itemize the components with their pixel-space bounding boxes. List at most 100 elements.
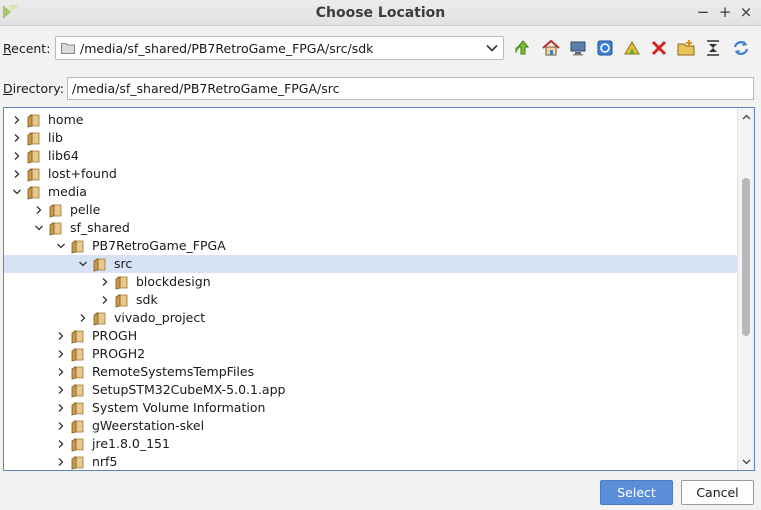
tree-row-label: home bbox=[48, 112, 84, 127]
recent-value: /media/sf_shared/PB7RetroGame_FPGA/src/s… bbox=[80, 41, 374, 56]
tree-row[interactable]: jre1.8.0_151 bbox=[4, 435, 737, 453]
tree-row[interactable]: RemoteSystemsTempFiles bbox=[4, 363, 737, 381]
folder-icon bbox=[49, 204, 62, 218]
folder-icon bbox=[93, 312, 106, 326]
minimize-button[interactable]: − bbox=[695, 3, 711, 21]
chevron-right-icon[interactable] bbox=[99, 294, 111, 306]
maximize-button[interactable]: + bbox=[717, 3, 733, 21]
tree-row[interactable]: SetupSTM32CubeMX-5.0.1.app bbox=[4, 381, 737, 399]
folder-icon bbox=[49, 222, 62, 236]
tree-row-label: gWeerstation-skel bbox=[92, 418, 205, 433]
tree-row-label: blockdesign bbox=[136, 274, 211, 289]
tree-row[interactable]: PROGH2 bbox=[4, 345, 737, 363]
chevron-down-icon[interactable] bbox=[33, 222, 45, 234]
chevron-right-icon[interactable] bbox=[55, 366, 67, 378]
chevron-right-icon[interactable] bbox=[99, 276, 111, 288]
chevron-down-icon[interactable] bbox=[485, 41, 499, 55]
chevron-right-icon[interactable] bbox=[11, 132, 23, 144]
refresh-icon[interactable] bbox=[731, 38, 751, 58]
tree-row-label: sdk bbox=[136, 292, 158, 307]
folder-icon bbox=[71, 384, 84, 398]
scroll-up-icon[interactable] bbox=[741, 112, 752, 123]
desktop-icon[interactable] bbox=[568, 38, 588, 58]
tree-row-label: PROGH2 bbox=[92, 346, 146, 361]
scrollbar-thumb[interactable] bbox=[742, 178, 750, 336]
chevron-down-icon[interactable] bbox=[55, 240, 67, 252]
recent-combobox[interactable]: /media/sf_shared/PB7RetroGame_FPGA/src/s… bbox=[55, 36, 504, 60]
chevron-right-icon[interactable] bbox=[55, 456, 67, 468]
tree-row-label: vivado_project bbox=[114, 310, 206, 325]
window-title: Choose Location bbox=[315, 5, 446, 21]
chevron-down-icon[interactable] bbox=[11, 186, 23, 198]
folder-icon bbox=[71, 438, 84, 452]
chevron-right-icon[interactable] bbox=[55, 330, 67, 342]
tree-row[interactable]: home bbox=[4, 111, 737, 129]
chevron-right-icon[interactable] bbox=[11, 114, 23, 126]
up-folder-icon[interactable] bbox=[513, 38, 533, 58]
folder-icon bbox=[115, 276, 128, 290]
tree-row[interactable]: PB7RetroGame_FPGA bbox=[4, 237, 737, 255]
tree-row[interactable]: PROGH bbox=[4, 327, 737, 345]
new-folder-icon[interactable] bbox=[676, 38, 696, 58]
tree-row[interactable]: blockdesign bbox=[4, 273, 737, 291]
folder-icon bbox=[61, 43, 75, 54]
tree-row[interactable]: pelle bbox=[4, 201, 737, 219]
directory-field[interactable] bbox=[67, 77, 754, 100]
folder-icon bbox=[27, 186, 40, 200]
scroll-down-icon[interactable] bbox=[741, 456, 752, 467]
tree-row[interactable]: sdk bbox=[4, 291, 737, 309]
select-button[interactable]: Select bbox=[600, 480, 673, 505]
folder-icon bbox=[115, 294, 128, 308]
tree-row-label: lib bbox=[48, 130, 63, 145]
home-icon[interactable] bbox=[541, 38, 561, 58]
collapse-all-icon[interactable] bbox=[703, 38, 723, 58]
vertical-scrollbar[interactable] bbox=[737, 108, 754, 470]
chevron-right-icon[interactable] bbox=[33, 204, 45, 216]
folder-icon bbox=[71, 402, 84, 416]
recent-label: Recent: bbox=[3, 41, 51, 56]
tree-row[interactable]: src bbox=[4, 255, 737, 273]
directory-label: Directory: bbox=[3, 81, 64, 96]
chevron-right-icon[interactable] bbox=[55, 384, 67, 396]
chevron-right-icon[interactable] bbox=[11, 150, 23, 162]
cancel-button[interactable]: Cancel bbox=[681, 480, 754, 505]
tree-row[interactable]: lost+found bbox=[4, 165, 737, 183]
tree-row-label: lib64 bbox=[48, 148, 79, 163]
tree-row[interactable]: lib64 bbox=[4, 147, 737, 165]
tree-row-label: PB7RetroGame_FPGA bbox=[92, 238, 226, 253]
tree-row-label: pelle bbox=[70, 202, 101, 217]
close-button[interactable]: × bbox=[738, 3, 754, 21]
folder-icon bbox=[71, 348, 84, 362]
tree-row-label: nrf5 bbox=[92, 454, 118, 469]
chevron-right-icon[interactable] bbox=[55, 348, 67, 360]
folder-icon bbox=[71, 240, 84, 254]
tree-row-label: System Volume Information bbox=[92, 400, 266, 415]
folder-tree[interactable]: home lib lib64 lost+found media pelle sf_share… bbox=[3, 107, 755, 471]
tree-row[interactable]: gWeerstation-skel bbox=[4, 417, 737, 435]
tree-row[interactable]: media bbox=[4, 183, 737, 201]
tree-row[interactable]: lib bbox=[4, 129, 737, 147]
tree-row[interactable]: nrf5 bbox=[4, 453, 737, 470]
folder-icon bbox=[71, 330, 84, 344]
folder-icon bbox=[93, 258, 106, 272]
project-icon[interactable] bbox=[595, 38, 615, 58]
chevron-right-icon[interactable] bbox=[55, 438, 67, 450]
tree-row-label: sf_shared bbox=[70, 220, 130, 235]
directory-input[interactable] bbox=[68, 78, 753, 99]
folder-icon bbox=[27, 168, 40, 182]
delete-icon[interactable] bbox=[649, 38, 669, 58]
tree-row-label: media bbox=[48, 184, 87, 199]
bookmark-icon[interactable] bbox=[622, 38, 642, 58]
tree-row-label: src bbox=[114, 256, 133, 271]
tree-row[interactable]: sf_shared bbox=[4, 219, 737, 237]
chevron-right-icon[interactable] bbox=[77, 312, 89, 324]
chevron-down-icon[interactable] bbox=[77, 258, 89, 270]
tree-row-label: RemoteSystemsTempFiles bbox=[92, 364, 255, 379]
tree-row-label: PROGH bbox=[92, 328, 138, 343]
chevron-right-icon[interactable] bbox=[55, 420, 67, 432]
chevron-right-icon[interactable] bbox=[55, 402, 67, 414]
tree-row[interactable]: vivado_project bbox=[4, 309, 737, 327]
chevron-right-icon[interactable] bbox=[11, 168, 23, 180]
tree-row[interactable]: System Volume Information bbox=[4, 399, 737, 417]
title-bar: Choose Location − + × bbox=[0, 0, 761, 26]
